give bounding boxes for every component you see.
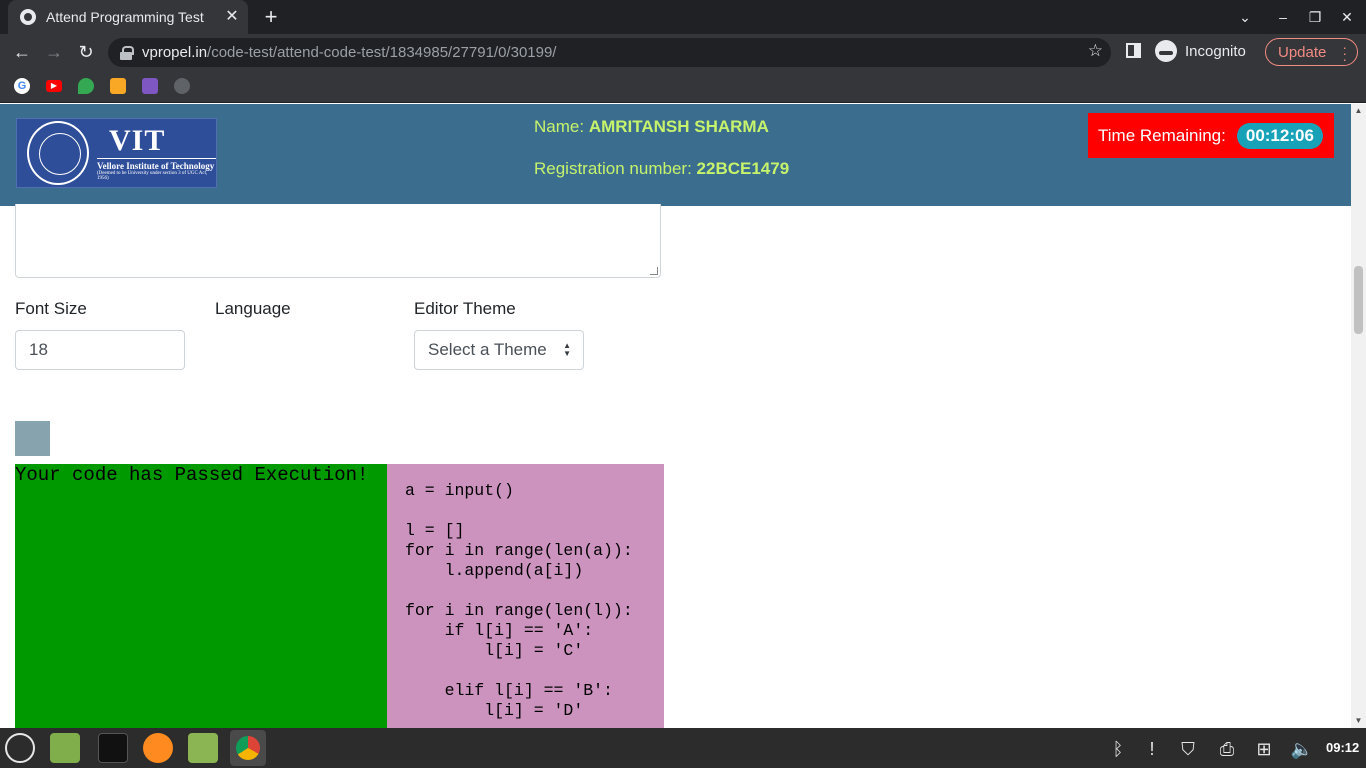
new-tab-button[interactable]: +	[258, 4, 284, 30]
os-taskbar: ᛒ ! ⛉ ⎙ ⊞ 🔈 09:12	[0, 728, 1366, 768]
resize-handle-icon[interactable]	[650, 267, 658, 275]
scroll-up-icon[interactable]: ▲	[1354, 106, 1363, 115]
site-favicon-icon	[20, 9, 36, 25]
books-bookmark-icon[interactable]	[110, 78, 126, 94]
tab-title: Attend Programming Test	[46, 9, 204, 25]
google-bookmark-icon[interactable]: G	[14, 78, 30, 94]
timer-label: Time Remaining:	[1098, 125, 1226, 145]
chrome-icon	[236, 736, 260, 760]
submitted-code-panel: a = input() l = [] for i in range(len(a)…	[387, 464, 664, 728]
printer-icon[interactable]: ⎙	[1215, 738, 1239, 760]
result-message: Your code has Passed Execution!	[15, 464, 369, 486]
test-header: VIT Vellore Institute of Technology (Dee…	[0, 104, 1351, 206]
logo-subtitle: Vellore Institute of Technology	[96, 157, 216, 171]
more-menu-icon: · · ·	[1342, 39, 1347, 67]
editor-theme-label: Editor Theme	[414, 299, 516, 318]
logo-tagline: (Deemed to be University under section 3…	[96, 170, 208, 181]
incognito-icon	[1155, 40, 1177, 62]
student-name: Name: AMRITANSH SHARMA	[534, 117, 769, 137]
minimize-icon[interactable]: ‒	[1272, 6, 1294, 28]
files-icon[interactable]	[188, 733, 218, 763]
mint-menu-icon[interactable]	[5, 733, 35, 763]
show-desktop-icon[interactable]	[50, 733, 80, 763]
student-registration: Registration number: 22BCE1479	[534, 159, 789, 179]
name-value: AMRITANSH SHARMA	[588, 117, 769, 136]
app-bookmark-icon[interactable]	[142, 78, 158, 94]
bookmark-star-icon[interactable]: ☆	[1088, 41, 1103, 61]
select-arrows-icon: ▲ ▼	[563, 341, 571, 358]
browser-tab-bar: Attend Programming Test ✕ + ⌄ ‒ ❐ ✕	[0, 0, 1366, 34]
action-button[interactable]	[15, 421, 50, 456]
execution-result-panel: Your code has Passed Execution!	[15, 464, 387, 728]
youtube-bookmark-icon[interactable]: ▶	[46, 80, 62, 92]
update-label: Update	[1278, 43, 1327, 61]
reload-icon[interactable]: ↻	[74, 40, 98, 64]
bluetooth-icon[interactable]: ᛒ	[1106, 738, 1130, 760]
close-tab-icon[interactable]: ✕	[222, 7, 242, 27]
update-button[interactable]: Update · · ·	[1265, 38, 1358, 66]
network-icon[interactable]: ⊞	[1252, 738, 1276, 760]
theme-select[interactable]: Select a Theme ▲ ▼	[414, 330, 584, 370]
font-size-label: Font Size	[15, 299, 87, 318]
logo-title: VIT	[108, 123, 166, 157]
maps-bookmark-icon[interactable]	[78, 78, 94, 94]
url-host: vpropel.in	[142, 44, 208, 61]
chrome-taskbar-button[interactable]	[230, 730, 266, 766]
forward-arrow-icon[interactable]: →	[42, 40, 66, 64]
notifications-icon[interactable]: !	[1140, 738, 1164, 760]
close-window-icon[interactable]: ✕	[1336, 6, 1358, 28]
incognito-indicator[interactable]: Incognito	[1155, 40, 1246, 62]
bookmarks-bar: G ▶	[0, 70, 1366, 103]
shield-icon[interactable]: ⛉	[1176, 738, 1200, 760]
terminal-icon[interactable]	[98, 733, 128, 763]
scroll-down-icon[interactable]: ▼	[1354, 716, 1363, 725]
back-arrow-icon[interactable]: ←	[10, 40, 34, 64]
vit-logo: VIT Vellore Institute of Technology (Dee…	[16, 118, 217, 188]
timer-value: 00:12:06	[1236, 122, 1323, 149]
vit-seal-icon	[27, 121, 89, 185]
reg-value: 22BCE1479	[696, 159, 790, 178]
tab-search-icon[interactable]: ⌄	[1234, 6, 1256, 28]
page-content: VIT Vellore Institute of Technology (Dee…	[0, 104, 1351, 728]
font-size-input[interactable]: 18	[15, 330, 185, 370]
firefox-icon[interactable]	[143, 733, 173, 763]
url-path: /code-test/attend-code-test/1834985/2779…	[207, 44, 557, 61]
restore-icon[interactable]: ❐	[1304, 6, 1326, 28]
volume-icon[interactable]: 🔈	[1290, 738, 1314, 760]
browser-tab[interactable]: Attend Programming Test ✕	[8, 0, 248, 34]
globe-bookmark-icon[interactable]	[174, 78, 190, 94]
clock[interactable]: 09:12	[1326, 740, 1359, 755]
custom-input-textarea[interactable]	[15, 204, 661, 278]
language-label: Language	[215, 299, 291, 318]
page-scrollbar[interactable]: ▲ ▼	[1351, 104, 1366, 728]
reg-label: Registration number:	[534, 159, 692, 178]
scrollbar-thumb[interactable]	[1354, 266, 1363, 334]
address-bar[interactable]: vpropel.in/code-test/attend-code-test/18…	[108, 38, 1111, 67]
side-panel-icon[interactable]	[1126, 43, 1141, 58]
name-label: Name:	[534, 117, 585, 136]
theme-select-value: Select a Theme	[428, 340, 547, 359]
incognito-label: Incognito	[1185, 42, 1246, 60]
lock-icon[interactable]	[120, 45, 134, 60]
time-remaining-box: Time Remaining: 00:12:06	[1088, 113, 1334, 158]
